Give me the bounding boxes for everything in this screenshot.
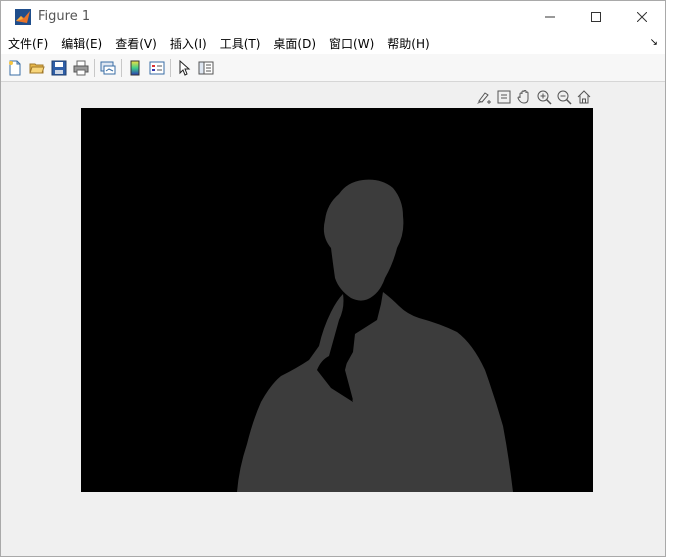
pan-icon: [517, 89, 529, 104]
datatip-button[interactable]: [494, 87, 514, 107]
insert-colorbar-button[interactable]: [124, 57, 146, 79]
window-title: Figure 1: [38, 9, 91, 24]
figure-canvas: [1, 82, 665, 556]
figure-toolbar: [1, 54, 665, 82]
menu-help[interactable]: 帮助(H): [380, 35, 435, 52]
print-icon: [73, 60, 89, 75]
menu-desktop[interactable]: 桌面(D): [266, 35, 322, 52]
print-button[interactable]: [70, 57, 92, 79]
brush-icon: [477, 92, 491, 104]
menu-overflow-icon[interactable]: ↘: [650, 37, 658, 48]
zoom-in-icon: [537, 90, 552, 105]
property-inspector-icon: [198, 61, 214, 74]
menu-file[interactable]: 文件(F): [1, 35, 54, 52]
brush-button[interactable]: [474, 87, 494, 107]
pan-button[interactable]: [514, 87, 534, 107]
axes-toolbar: [474, 87, 594, 107]
menu-view[interactable]: 查看(V): [108, 35, 163, 52]
depth-image: [81, 108, 593, 492]
toolbar-separator: [121, 58, 122, 77]
insert-colorbar-icon: [130, 60, 140, 75]
title-bar[interactable]: Figure 1: [1, 1, 665, 32]
save-button[interactable]: [48, 57, 70, 79]
zoom-out-icon: [557, 90, 572, 105]
maximize-button[interactable]: [573, 1, 619, 32]
matlab-logo-icon: [15, 8, 31, 25]
menu-insert[interactable]: 插入(I): [163, 35, 213, 52]
save-icon: [51, 60, 67, 75]
insert-legend-icon: [149, 61, 165, 74]
property-inspector-button[interactable]: [195, 57, 217, 79]
minimize-button[interactable]: [527, 1, 573, 32]
open-file-button[interactable]: [26, 57, 48, 79]
zoom-in-button[interactable]: [534, 87, 554, 107]
restore-view-button[interactable]: [574, 87, 594, 107]
datatip-icon: [497, 90, 511, 104]
link-plot-button[interactable]: [97, 57, 119, 79]
minimize-icon: [545, 16, 555, 17]
edit-plot-button[interactable]: [173, 57, 195, 79]
link-plot-icon: [100, 61, 116, 74]
new-figure-button[interactable]: [4, 57, 26, 79]
menu-edit[interactable]: 编辑(E): [54, 35, 108, 52]
open-file-icon: [29, 63, 45, 73]
new-figure-icon: [9, 60, 21, 75]
close-button[interactable]: [619, 1, 665, 32]
zoom-out-button[interactable]: [554, 87, 574, 107]
menu-window[interactable]: 窗口(W): [322, 35, 380, 52]
menu-tools[interactable]: 工具(T): [213, 35, 267, 52]
figure-window: Figure 1 文件(F) 编辑(E) 查看(V) 插入(I) 工具(T) 桌…: [0, 0, 666, 557]
maximize-icon: [591, 11, 601, 22]
close-icon: [637, 11, 647, 22]
toolbar-separator: [94, 58, 95, 77]
home-icon: [577, 90, 591, 104]
image-axes[interactable]: [81, 108, 593, 492]
insert-legend-button[interactable]: [146, 57, 168, 79]
edit-plot-icon: [179, 59, 191, 76]
menu-bar: 文件(F) 编辑(E) 查看(V) 插入(I) 工具(T) 桌面(D) 窗口(W…: [1, 32, 665, 54]
toolbar-separator: [170, 58, 171, 77]
